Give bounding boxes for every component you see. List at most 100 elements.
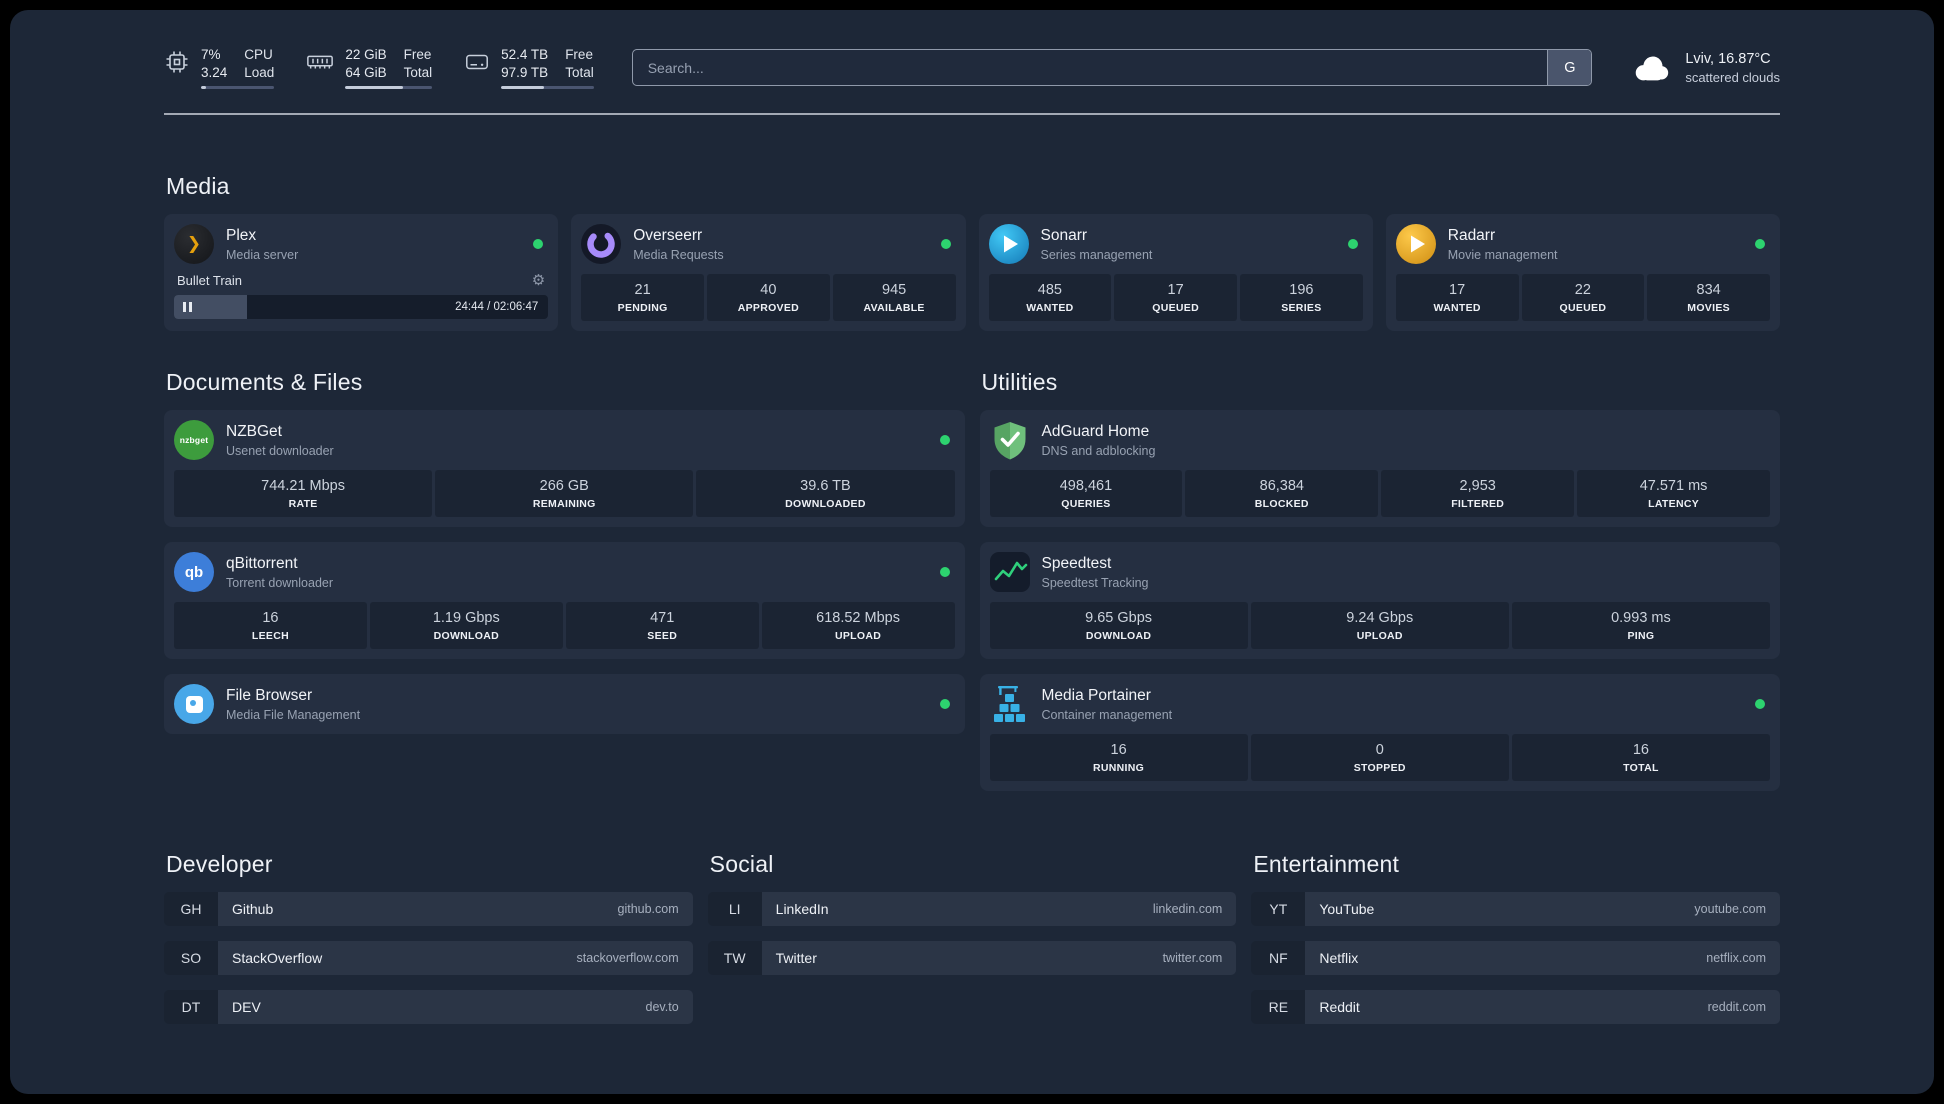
status-indicator (939, 699, 950, 710)
plex-icon: ❯ (174, 224, 214, 265)
resource-widgets: 7% 3.24 CPU Load 22 GiB 64 GiB Free Tota… (164, 46, 594, 90)
nzbget-icon: nzbget (174, 420, 214, 461)
bookmark-name: Reddit (1319, 999, 1360, 1016)
stat-wanted: 17 WANTED (1395, 274, 1519, 322)
bookmark-name: Twitter (775, 950, 817, 967)
service-name: Media Portainer (1041, 686, 1151, 704)
filebrowser-icon (174, 684, 214, 725)
service-link-nzbget[interactable]: nzbget NZBGet Usenet downloader (174, 420, 955, 461)
service-link-sonarr[interactable]: Sonarr Series management (988, 224, 1363, 265)
bookmark-github[interactable]: GH Github github.com (164, 892, 693, 927)
memory-widget: 22 GiB 64 GiB Free Total (306, 46, 433, 90)
social-section: Social LI LinkedIn linkedin.com TW Twitte… (707, 851, 1237, 976)
section-title-media: Media (166, 173, 230, 200)
stat-available: 945 AVAILABLE (832, 274, 956, 322)
search-provider-button[interactable]: G (1547, 50, 1592, 86)
bookmark-stackoverflow[interactable]: SO StackOverflow stackoverflow.com (164, 941, 693, 976)
stat-remaining: 266 GB REMAINING (435, 470, 694, 518)
memory-icon (307, 55, 334, 69)
service-desc: Movie management (1447, 247, 1558, 262)
bookmark-abbr: DT (164, 990, 218, 1025)
service-link-radarr[interactable]: Radarr Movie management (1395, 224, 1770, 265)
service-stats: 16 RUNNING 0 STOPPED 16 TOTAL (989, 734, 1771, 782)
bookmark-dev[interactable]: DT DEV dev.to (164, 990, 693, 1025)
service-name: qBittorrent (226, 554, 298, 572)
bookmark-name: Netflix (1319, 950, 1359, 967)
dashboard-window: 7% 3.24 CPU Load 22 GiB 64 GiB Free Tota… (10, 10, 1934, 1094)
stat-movies: 834 MOVIES (1647, 274, 1770, 322)
weather-condition: scattered clouds (1685, 69, 1780, 85)
stat-pending: 21 PENDING (581, 274, 704, 322)
memory-usage-bar (345, 86, 433, 90)
service-link-overseerr[interactable]: Overseerr Media Requests (581, 224, 955, 265)
service-card-sonarr: Sonarr Series management 485 WANTED 17 QUE… (978, 214, 1373, 332)
service-name: NZBGet (226, 422, 282, 440)
stat-queued: 22 QUEUED (1521, 274, 1645, 322)
service-name: Plex (226, 226, 257, 244)
radarr-icon (1395, 224, 1436, 265)
bookmark-url: stackoverflow.com (576, 951, 679, 966)
service-card-adguard: AdGuard Home DNS and adblocking 498,461 Q… (979, 410, 1780, 528)
bookmark-abbr: GH (164, 892, 218, 927)
service-stats: 16 LEECH 1.19 Gbps DOWNLOAD 471 SEED 618.52… (174, 602, 955, 650)
service-link-portainer[interactable]: Media Portainer Container management (990, 684, 1771, 724)
stat-leech: 16 LEECH (174, 602, 367, 650)
service-name: Speedtest (1041, 554, 1112, 572)
stat-stopped: 0 STOPPED (1250, 734, 1509, 782)
bookmark-youtube[interactable]: YT YouTube youtube.com (1251, 892, 1780, 927)
stat-download: 1.19 Gbps DOWNLOAD (369, 602, 563, 650)
bookmark-url: youtube.com (1694, 902, 1766, 917)
cpu-load-value: 3.24 (201, 64, 228, 80)
stat-total: 16 TOTAL (1511, 734, 1771, 782)
header-divider (164, 113, 1780, 116)
playback-progress-bar[interactable]: 24:44 / 02:06:47 (174, 295, 549, 320)
bookmark-abbr: SO (164, 941, 218, 976)
service-link-filebrowser[interactable]: File Browser Media File Management (174, 684, 955, 725)
section-title-documents: Documents & Files (166, 369, 363, 396)
bookmark-name: Github (232, 901, 274, 918)
service-link-plex[interactable]: ❯ Plex Media server (174, 224, 548, 265)
cpu-load-label: Load (244, 64, 275, 80)
bookmark-abbr: LI (707, 892, 762, 927)
service-desc: Media File Management (226, 707, 361, 722)
service-link-qbittorrent[interactable]: qb qBittorrent Torrent downloader (174, 552, 955, 593)
stat-wanted: 485 WANTED (988, 274, 1112, 322)
bookmark-reddit[interactable]: RE Reddit reddit.com (1251, 990, 1780, 1025)
portainer-icon (990, 684, 1030, 724)
service-stats: 498,461 QUERIES 86,384 BLOCKED 2,953 FILTER… (989, 470, 1770, 518)
disk-total-label: Total (565, 64, 594, 80)
service-stats: 485 WANTED 17 QUEUED 196 SERIES (988, 274, 1363, 322)
bookmark-url: netflix.com (1706, 951, 1766, 966)
stat-downloaded: 39.6 TB DOWNLOADED (696, 470, 955, 518)
disk-total-value: 97.9 TB (501, 64, 549, 80)
service-link-speedtest[interactable]: Speedtest Speedtest Tracking (989, 552, 1771, 593)
search-input[interactable] (632, 50, 1548, 86)
documents-section: Documents & Files nzbget NZBGet Usenet d… (164, 369, 965, 735)
service-desc: Speedtest Tracking (1041, 575, 1149, 590)
section-title-developer: Developer (166, 851, 273, 878)
stat-latency: 47.571 ms LATENCY (1577, 470, 1770, 518)
cpu-percent: 7% (201, 47, 221, 62)
status-indicator (533, 239, 544, 250)
weather-widget: Lviv, 16.87°C scattered clouds (1630, 51, 1780, 85)
bookmark-abbr: YT (1251, 892, 1306, 927)
bookmark-linkedin[interactable]: LI LinkedIn linkedin.com (707, 892, 1237, 927)
service-card-radarr: Radarr Movie management 17 WANTED 22 QUEUE… (1385, 214, 1780, 332)
service-link-adguard[interactable]: AdGuard Home DNS and adblocking (990, 420, 1771, 460)
sonarr-icon (988, 224, 1029, 265)
bookmark-twitter[interactable]: TW Twitter twitter.com (707, 941, 1237, 976)
section-title-entertainment: Entertainment (1253, 851, 1400, 878)
utilities-section: Utilities AdGuard Home DNS and adblockin… (979, 369, 1780, 792)
service-card-plex: ❯ Plex Media server Bullet Train ⚙ 24:44… (164, 214, 559, 332)
bookmark-name: DEV (232, 999, 261, 1016)
playback-time: 24:44 / 02:06:47 (455, 301, 539, 314)
disk-free-label: Free (565, 47, 593, 62)
gear-icon[interactable]: ⚙ (532, 273, 545, 288)
bookmark-abbr: TW (707, 941, 762, 976)
bookmark-netflix[interactable]: NF Netflix netflix.com (1251, 941, 1780, 976)
cpu-widget: 7% 3.24 CPU Load (164, 46, 275, 90)
bookmark-name: StackOverflow (232, 950, 323, 967)
bookmark-url: github.com (617, 902, 679, 917)
service-desc: DNS and adblocking (1041, 443, 1156, 458)
pause-button[interactable] (183, 302, 192, 313)
